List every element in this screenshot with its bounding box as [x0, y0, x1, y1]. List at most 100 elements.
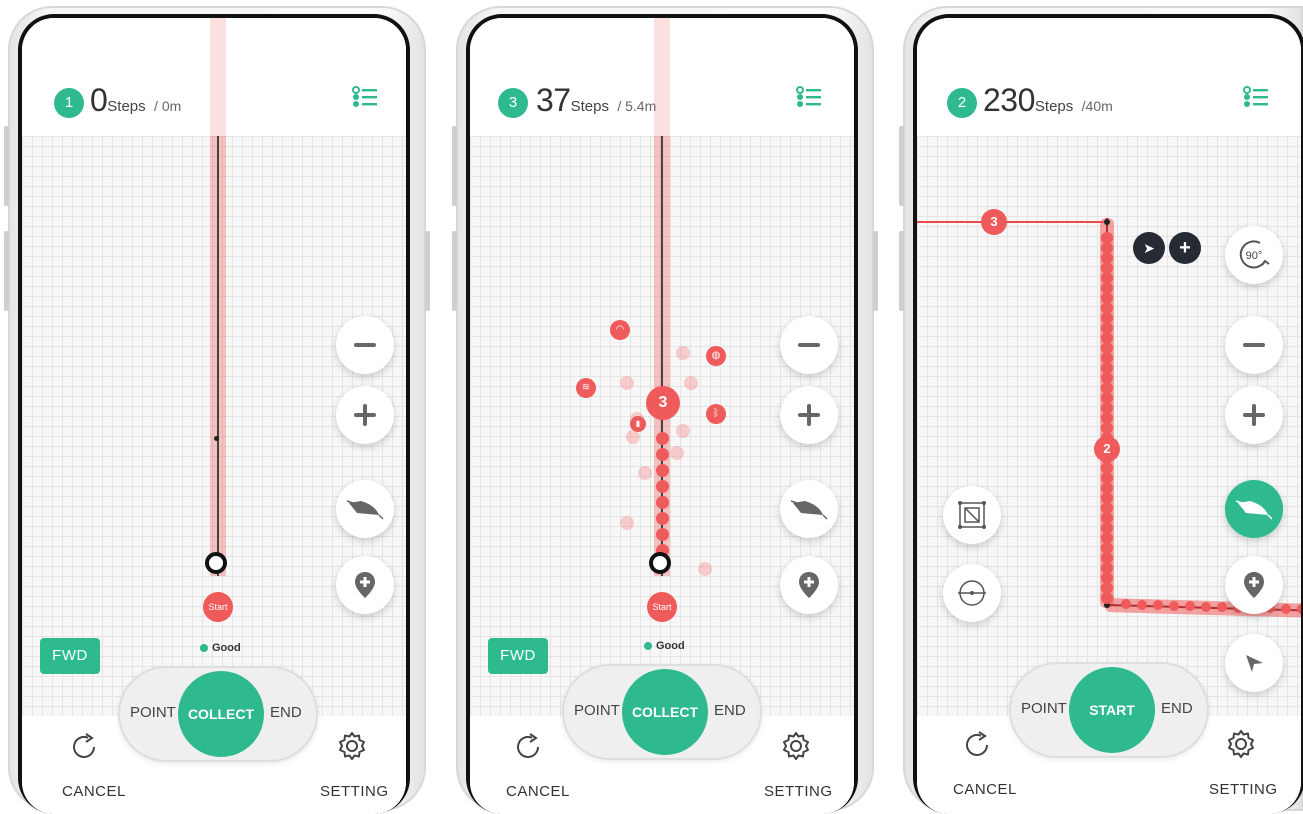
add-location-pin-icon	[1244, 572, 1264, 598]
mode-selector[interactable]: POINT COLLECT END	[118, 666, 318, 762]
refresh-icon[interactable]	[963, 730, 993, 760]
cancel-button[interactable]: CANCEL	[506, 783, 570, 800]
gear-icon[interactable]	[1225, 728, 1257, 760]
screen-3: 2 230Steps /40m 3 2 ➤ + 90° CANCEL SETTI…	[913, 14, 1303, 814]
phone-screen-2: 3 37Steps / 5.4m ◠ ◍ ≋ ᛒ ▮ 3 Start FWD G…	[452, 6, 878, 814]
list-icon[interactable]	[1243, 86, 1269, 108]
zoom-out-button[interactable]	[1225, 316, 1283, 374]
current-position	[649, 552, 671, 574]
phone-screen-3: 2 230Steps /40m 3 2 ➤ + 90° CANCEL SETTI…	[899, 6, 1303, 814]
collect-button[interactable]: COLLECT	[622, 669, 708, 755]
rotate-90-button[interactable]: 90°	[1225, 226, 1283, 284]
track-point	[656, 512, 669, 525]
list-icon[interactable]	[352, 86, 378, 108]
setting-button[interactable]: SETTING	[764, 783, 833, 800]
map-overlay-button[interactable]	[943, 486, 1001, 544]
gear-icon[interactable]	[780, 730, 812, 762]
refresh-icon[interactable]	[70, 732, 100, 762]
beacon-icon: ≋	[576, 378, 596, 398]
track-point	[1137, 599, 1147, 610]
end-button[interactable]: END	[1161, 700, 1193, 717]
zoom-in-button[interactable]	[780, 386, 838, 444]
add-icon[interactable]: +	[1169, 232, 1201, 264]
track-point	[1101, 592, 1113, 604]
collect-button[interactable]: COLLECT	[178, 671, 264, 757]
floor-badge: 2	[947, 88, 977, 118]
navigation-arrow-icon	[1246, 655, 1263, 672]
start-button[interactable]: START	[1069, 667, 1155, 753]
setting-button[interactable]: SETTING	[1209, 781, 1278, 798]
signal-point	[626, 430, 640, 444]
setting-button[interactable]: SETTING	[320, 783, 389, 800]
direction-button[interactable]	[336, 480, 394, 538]
signal-point	[676, 424, 690, 438]
zoom-out-button[interactable]	[336, 316, 394, 374]
add-pin-button[interactable]	[1225, 556, 1283, 614]
track-point	[656, 528, 669, 541]
steps-unit: Steps	[570, 98, 609, 115]
plus-icon	[798, 404, 820, 426]
direction-button[interactable]	[1225, 480, 1283, 538]
signal-point	[670, 446, 684, 460]
step-count: 0	[90, 82, 108, 118]
floor-badge: 3	[498, 88, 528, 118]
current-position	[205, 552, 227, 574]
direction-arrow-icon	[346, 500, 384, 520]
globe-icon: ◍	[706, 346, 726, 366]
signal-status-label: Good	[212, 642, 241, 654]
waypoint-marker[interactable]: 3	[646, 386, 680, 420]
track-corner	[1104, 219, 1110, 225]
mode-selector[interactable]: POINT COLLECT END	[562, 664, 762, 760]
signal-point	[638, 466, 652, 480]
direction-button[interactable]	[780, 480, 838, 538]
waypoint-marker-2[interactable]: 2	[1094, 436, 1120, 462]
fwd-button[interactable]: FWD	[488, 638, 548, 674]
start-marker: Start	[203, 592, 233, 622]
zoom-in-button[interactable]	[1225, 386, 1283, 444]
track-point	[656, 496, 669, 509]
track-point	[656, 480, 669, 493]
signal-point	[676, 346, 690, 360]
phone-screen-1: 1 0Steps / 0m Start FWD Good CANCEL SETT…	[4, 6, 430, 814]
distance: /40m	[1081, 98, 1113, 114]
list-icon[interactable]	[796, 86, 822, 108]
navigate-button[interactable]	[1225, 634, 1283, 692]
end-button[interactable]: END	[714, 702, 746, 719]
track-point	[214, 436, 219, 441]
add-pin-button[interactable]	[336, 556, 394, 614]
mode-selector[interactable]: POINT START END	[1009, 662, 1209, 758]
track-point	[656, 448, 669, 461]
navigation-arrow-icon[interactable]: ➤	[1133, 232, 1165, 264]
minus-icon	[1243, 343, 1265, 347]
end-button[interactable]: END	[270, 704, 302, 721]
track-point	[1169, 600, 1179, 611]
refresh-icon[interactable]	[514, 732, 544, 762]
align-button[interactable]	[943, 564, 1001, 622]
add-pin-button[interactable]	[780, 556, 838, 614]
steps-unit: Steps	[107, 98, 146, 115]
waypoint-marker-3[interactable]: 3	[981, 209, 1007, 235]
point-button[interactable]: POINT	[130, 704, 176, 721]
minus-icon	[798, 343, 820, 347]
gear-icon[interactable]	[336, 730, 368, 762]
point-button[interactable]: POINT	[574, 702, 620, 719]
direction-arrow-icon	[790, 500, 828, 520]
floor-badge: 1	[54, 88, 84, 118]
track-line	[661, 136, 663, 576]
cancel-button[interactable]: CANCEL	[62, 783, 126, 800]
cancel-button[interactable]: CANCEL	[953, 781, 1017, 798]
fwd-button[interactable]: FWD	[40, 638, 100, 674]
start-marker: Start	[647, 592, 677, 622]
zoom-out-button[interactable]	[780, 316, 838, 374]
plus-icon	[1243, 404, 1265, 426]
zoom-in-button[interactable]	[336, 386, 394, 444]
point-button[interactable]: POINT	[1021, 700, 1067, 717]
track-point	[1281, 603, 1291, 614]
signal-point	[620, 516, 634, 530]
signal-status: Good	[200, 642, 241, 654]
track-band	[210, 18, 226, 136]
wifi-icon: ◠	[610, 320, 630, 340]
signal-status: Good	[644, 640, 685, 652]
signal-point	[620, 376, 634, 390]
step-counter: 230Steps /40m	[983, 82, 1113, 119]
